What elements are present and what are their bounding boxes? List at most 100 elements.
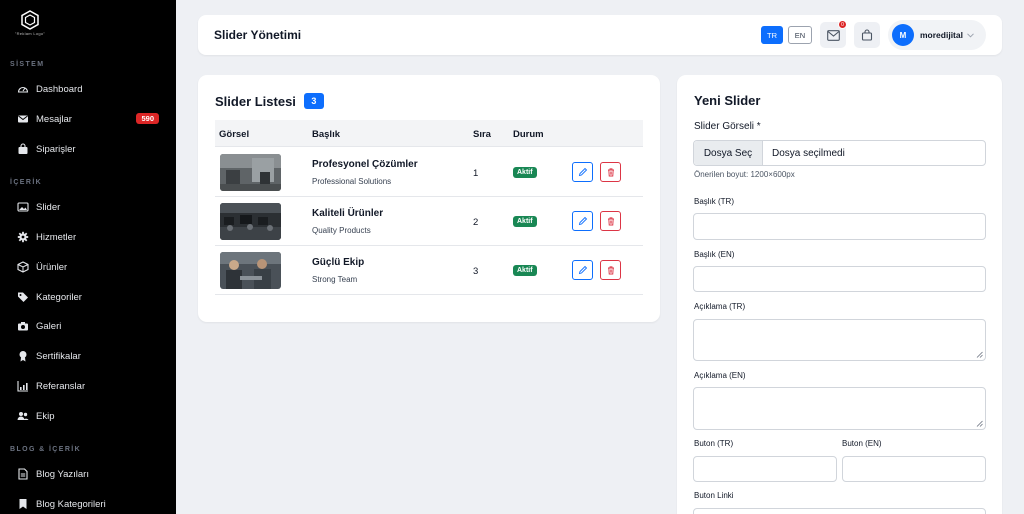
size-hint: Önerilen boyut: 1200×600px [694,170,795,179]
slider-title: Güçlü Ekip [312,257,365,268]
speedometer-icon [17,83,29,95]
desc-en-textarea[interactable] [693,387,986,430]
sidebar-item-dashboard[interactable]: Dashboard [0,76,176,102]
slider-title: Profesyonel Çözümler [312,159,418,170]
slider-title: Kaliteli Ürünler [312,208,384,219]
notification-badge: 0 [838,20,847,29]
trash-icon [607,266,614,275]
slider-list-card: Slider Listesi 3 Görsel Başlık Sıra Duru… [198,75,660,322]
edit-button[interactable] [572,162,593,182]
award-icon [17,350,29,362]
sidebar-item-label: Kategoriler [36,291,82,303]
title-en-label: Başlık (EN) [694,250,735,259]
sidebar-item-label: Referanslar [36,380,86,392]
sidebar-item-siparisler[interactable]: Siparişler [0,136,176,162]
sidebar-item-urunler[interactable]: Ürünler [0,254,176,280]
sidebar-item-label: Mesajlar [36,113,72,125]
slider-subtitle: Quality Products [312,226,371,235]
chart-icon [17,380,29,392]
language-en-button[interactable]: EN [788,26,812,44]
sidebar-item-blog-yazilari[interactable]: Blog Yazıları [0,461,176,487]
image-label: Slider Görseli * [694,121,761,132]
sidebar: "Reklam Logo" SİSTEM Dashboard Mesajlar … [0,0,176,514]
edit-button[interactable] [572,211,593,231]
images-icon [17,201,29,213]
chevron-down-icon [967,32,974,38]
people-icon [17,410,29,422]
column-header-title: Başlık [312,129,340,140]
table-header: Görsel Başlık Sıra Durum [215,120,643,147]
edit-button[interactable] [572,260,593,280]
slider-list-title: Slider Listesi 3 [215,93,324,109]
section-label-sistem: SİSTEM [10,61,45,68]
slider-thumbnail [220,203,281,240]
status-badge: Aktif [513,216,537,227]
sidebar-item-sertifikalar[interactable]: Sertifikalar [0,343,176,369]
section-label-icerik: İÇERİK [10,179,43,186]
slider-order: 1 [473,168,479,179]
table-row: Kaliteli Ürünler Quality Products 2 Akti… [215,197,643,246]
desc-tr-textarea[interactable] [693,319,986,361]
desc-tr-label: Açıklama (TR) [694,302,746,311]
language-tr-button[interactable]: TR [761,26,783,44]
resize-handle-icon[interactable] [976,351,983,358]
logo-icon [21,10,39,30]
slider-list-title-text: Slider Listesi [215,93,296,109]
choose-file-button[interactable]: Dosya Seç [694,141,763,165]
pencil-icon [578,265,587,275]
button-link-input[interactable] [693,508,986,514]
new-slider-form: Yeni Slider Slider Görseli * Dosya Seç D… [677,75,1002,514]
sidebar-item-blog-kategorileri[interactable]: Blog Kategorileri [0,491,176,514]
sidebar-item-galeri[interactable]: Galeri [0,313,176,339]
sidebar-item-label: Blog Kategorileri [36,498,106,510]
pencil-icon [578,216,587,226]
box-icon [17,261,29,273]
top-header: Slider Yönetimi TR EN 0 M moredijital [198,15,1002,55]
sidebar-item-label: Hizmetler [36,231,77,243]
form-title: Yeni Slider [694,93,761,108]
bag-icon [17,143,29,155]
sidebar-item-referanslar[interactable]: Referanslar [0,373,176,399]
tags-icon [17,291,29,303]
sidebar-item-ekip[interactable]: Ekip [0,403,176,429]
file-input[interactable]: Dosya Seç Dosya seçilmedi [693,140,986,166]
column-header-image: Görsel [219,129,250,140]
column-header-order: Sıra [473,129,491,140]
sidebar-item-hizmetler[interactable]: Hizmetler [0,224,176,250]
delete-button[interactable] [600,162,621,182]
trash-icon [607,168,614,177]
sidebar-item-label: Ürünler [36,261,68,273]
logo-text: "Reklam Logo" [14,31,46,36]
user-menu[interactable]: M moredijital [888,20,986,50]
trash-icon [607,217,614,226]
sidebar-item-label: Siparişler [36,143,76,155]
slider-order: 2 [473,217,479,228]
orders-button[interactable] [854,22,880,48]
slider-thumbnail [220,252,281,289]
sidebar-item-label: Ekip [36,410,55,422]
resize-handle-icon[interactable] [976,420,983,427]
button-en-input[interactable] [842,456,986,482]
sidebar-item-label: Dashboard [36,83,83,95]
bookmark-icon [17,498,29,510]
sidebar-item-kategoriler[interactable]: Kategoriler [0,284,176,310]
sidebar-item-mesajlar[interactable]: Mesajlar 590 [0,106,176,132]
title-tr-input[interactable] [693,213,986,240]
bag-icon [861,29,873,41]
logo[interactable]: "Reklam Logo" [12,10,48,38]
slider-count-badge: 3 [303,93,324,109]
user-name: moredijital [920,30,963,40]
sidebar-item-label: Galeri [36,320,62,332]
slider-subtitle: Strong Team [312,275,358,284]
slider-thumbnail [220,154,281,191]
envelope-icon [17,113,29,125]
sidebar-item-label: Blog Yazıları [36,468,89,480]
avatar: M [892,24,914,46]
messages-button[interactable]: 0 [820,20,847,48]
button-tr-input[interactable] [693,456,837,482]
file-status: Dosya seçilmedi [772,147,845,159]
delete-button[interactable] [600,211,621,231]
sidebar-item-slider[interactable]: Slider [0,194,176,220]
title-en-input[interactable] [693,266,986,292]
delete-button[interactable] [600,260,621,280]
